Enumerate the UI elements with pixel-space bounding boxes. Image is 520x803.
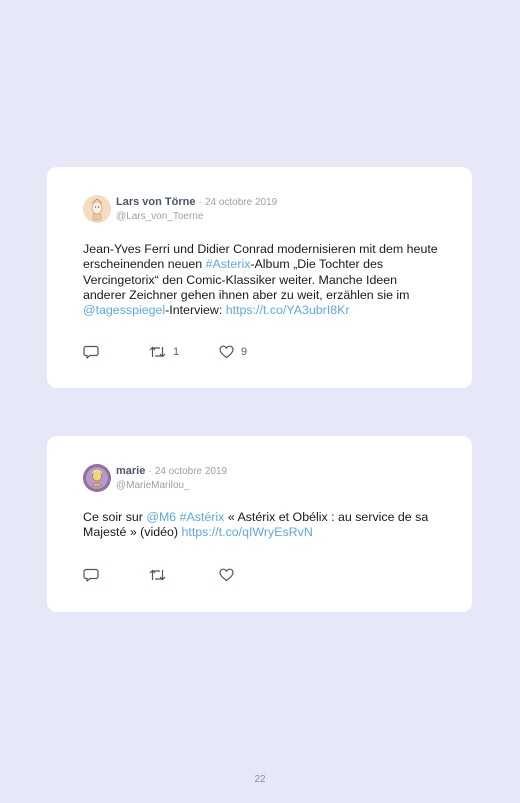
retweet-button[interactable] <box>149 567 173 583</box>
hashtag-link[interactable]: #Astérix <box>180 510 225 524</box>
text-segment: Ce soir sur <box>83 510 147 524</box>
tweet-card: Lars von Törne · 24 octobre 2019 @Lars_v… <box>47 167 472 388</box>
author-name[interactable]: marie <box>116 465 145 477</box>
heart-icon <box>219 345 234 359</box>
reply-icon <box>83 345 99 359</box>
url-link[interactable]: https://t.co/YA3ubrI8Kr <box>226 303 350 317</box>
hashtag-link[interactable]: #Asterix <box>206 257 251 271</box>
tweet-header: marie · 24 octobre 2019 @MarieMarilou_ <box>116 465 227 492</box>
avatar[interactable] <box>83 464 111 492</box>
like-button[interactable] <box>219 567 241 583</box>
tweet-date[interactable]: 24 octobre 2019 <box>155 466 227 477</box>
tweet-text: Ce soir sur @M6 #Astérix « Astérix et Ob… <box>83 510 442 541</box>
avatar[interactable] <box>83 195 111 223</box>
avatar-image <box>83 464 111 492</box>
author-handle[interactable]: @MarieMarilou_ <box>116 479 227 492</box>
mention-link[interactable]: @tagesspiegel <box>83 303 165 317</box>
author-handle[interactable]: @Lars_von_Toerne <box>116 210 277 223</box>
retweet-icon <box>149 569 166 581</box>
url-link[interactable]: https://t.co/qIWryEsRvN <box>181 525 312 539</box>
tweet-card: marie · 24 octobre 2019 @MarieMarilou_ C… <box>47 436 472 612</box>
mention-link[interactable]: @M6 <box>146 510 176 524</box>
like-count: 9 <box>241 346 248 358</box>
tweet-date[interactable]: 24 octobre 2019 <box>205 197 277 208</box>
text-segment: -Interview: <box>165 303 226 318</box>
tweet-text: Jean-Yves Ferri und Didier Conrad modern… <box>83 242 442 318</box>
reply-icon <box>83 568 99 582</box>
reply-button[interactable] <box>83 567 99 583</box>
separator: · <box>148 466 152 477</box>
retweet-count: 1 <box>173 346 180 358</box>
avatar-image <box>83 195 111 223</box>
tweet-header: Lars von Törne · 24 octobre 2019 @Lars_v… <box>116 196 277 223</box>
like-button[interactable]: 9 <box>219 344 247 360</box>
author-name[interactable]: Lars von Törne <box>116 196 195 208</box>
heart-icon <box>219 568 234 582</box>
retweet-button[interactable]: 1 <box>149 344 179 360</box>
reply-button[interactable] <box>83 344 99 360</box>
separator: · <box>198 197 202 208</box>
retweet-icon <box>149 346 166 358</box>
page-number: 22 <box>254 774 266 785</box>
